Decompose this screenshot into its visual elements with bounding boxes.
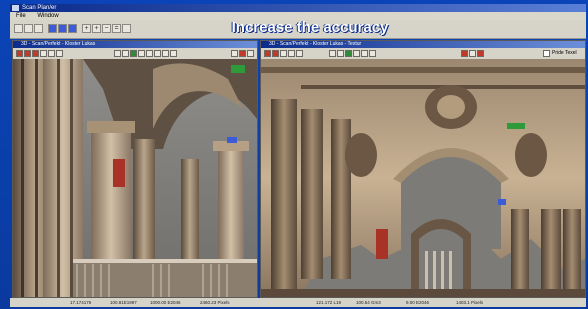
light-icon[interactable] <box>361 50 368 57</box>
select-icon[interactable]: + <box>82 24 91 33</box>
texture-mode-icon[interactable] <box>68 24 77 33</box>
window-icon[interactable] <box>247 50 254 57</box>
left-viewer-title: 3D - Scan/Perfekt - Kloster Lukas <box>13 41 257 48</box>
right-3d-viewer[interactable]: 3D - Scan/Perfekt - Kloster Lukas - Text… <box>260 40 586 298</box>
pan-icon[interactable] <box>122 50 129 57</box>
window-titlebar[interactable]: Scan Plan/er <box>10 4 586 12</box>
mark-icon[interactable] <box>32 50 39 57</box>
color-icon[interactable] <box>154 50 161 57</box>
window-title: Scan Plan/er <box>22 5 57 11</box>
zoom-icon[interactable] <box>138 50 145 57</box>
status-left-1: 100.81E1997 <box>110 300 137 305</box>
new-file-icon[interactable] <box>14 24 23 33</box>
settings-icon[interactable] <box>122 24 131 33</box>
left-3d-viewer[interactable]: 3D - Scan/Perfekt - Kloster Lukas <box>12 40 258 298</box>
app-frame: Scan Plan/er File Window + + − = Increas… <box>0 0 588 309</box>
grid-icon[interactable] <box>280 50 287 57</box>
status-right-2: 9.00 E2046 <box>406 300 430 305</box>
fit-icon[interactable] <box>162 50 169 57</box>
measure-icon[interactable] <box>296 50 303 57</box>
status-left-2: 1000.00 E2046 <box>150 300 181 305</box>
remove-icon[interactable]: − <box>102 24 111 33</box>
pan-icon[interactable] <box>337 50 344 57</box>
texture-icon[interactable] <box>461 50 468 57</box>
save-file-icon[interactable] <box>34 24 43 33</box>
left-point-cloud-render <box>13 59 257 297</box>
rotate-icon[interactable] <box>114 50 121 57</box>
status-right-0: 121.172 L19 <box>316 300 342 305</box>
grid-icon[interactable] <box>40 50 47 57</box>
record-icon[interactable] <box>264 50 271 57</box>
reset-icon[interactable] <box>170 50 177 57</box>
status-left-3: 2460.23 Pixels <box>200 300 230 305</box>
right-point-cloud-render <box>261 59 585 297</box>
measure-icon[interactable] <box>56 50 63 57</box>
layers-icon[interactable] <box>288 50 295 57</box>
slide-headline: Increase the accuracy <box>231 19 389 36</box>
light-icon[interactable] <box>146 50 153 57</box>
right-viewer-toolbar: Pride Texel <box>261 48 585 59</box>
close-icon[interactable] <box>231 50 238 57</box>
left-viewer-toolbar <box>13 48 257 59</box>
point-icon[interactable] <box>130 50 137 57</box>
open-file-icon[interactable] <box>24 24 33 33</box>
right-point-cloud-canvas[interactable] <box>261 59 585 297</box>
delete-icon[interactable] <box>477 50 484 57</box>
app-icon <box>12 5 19 11</box>
status-right-1: 100.54 Gm3 <box>356 300 381 305</box>
rotate-icon[interactable] <box>329 50 336 57</box>
left-point-cloud-canvas[interactable] <box>13 59 257 297</box>
stop-icon[interactable] <box>24 50 31 57</box>
delete-icon[interactable] <box>239 50 246 57</box>
stop-icon[interactable] <box>272 50 279 57</box>
point-icon[interactable] <box>345 50 352 57</box>
menu-window[interactable]: Window <box>37 13 58 19</box>
add-icon[interactable]: + <box>92 24 101 33</box>
pride-texel-checkbox[interactable] <box>543 50 550 57</box>
layers-icon[interactable] <box>48 50 55 57</box>
pride-texel-label: Pride Texel <box>552 50 577 56</box>
record-icon[interactable] <box>16 50 23 57</box>
status-bar: 17.174176 100.81E1997 1000.00 E2046 2460… <box>10 298 586 307</box>
menu-file[interactable]: File <box>16 13 26 19</box>
fit-icon[interactable] <box>469 50 476 57</box>
zoom-icon[interactable] <box>353 50 360 57</box>
status-right-3: 1403.1 Pixels <box>456 300 484 305</box>
move-icon[interactable]: = <box>112 24 121 33</box>
view-mode-icon[interactable] <box>48 24 57 33</box>
color-icon[interactable] <box>369 50 376 57</box>
status-left-0: 17.174176 <box>70 300 92 305</box>
scan-mode-icon[interactable] <box>58 24 67 33</box>
right-viewer-title: 3D - Scan/Perfekt - Kloster Lukas - Text… <box>261 41 585 48</box>
